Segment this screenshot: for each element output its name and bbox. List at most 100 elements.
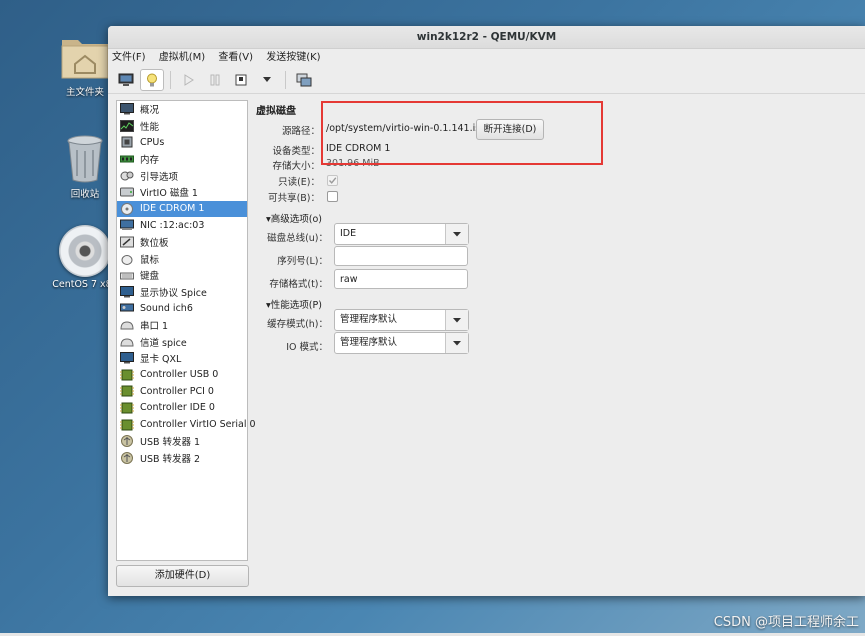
cache-mode-label: 缓存模式(h)：	[267, 319, 328, 330]
checkmark-icon	[328, 177, 337, 184]
menu-bar: 文件(F) 虚拟机(M) 查看(V) 发送按键(K)	[108, 49, 865, 67]
sidebar-item-label: VirtIO 磁盘 1	[140, 188, 198, 200]
cpu-chip-icon	[120, 136, 134, 148]
tablet-icon	[120, 236, 134, 248]
sidebar-item[interactable]: USB 转发器 1	[117, 433, 247, 450]
sidebar-item[interactable]: 引导选项	[117, 167, 247, 184]
sidebar-item[interactable]: 串口 1	[117, 317, 247, 334]
performance-options-expander[interactable]: ▾性能选项(P)	[266, 297, 322, 311]
sidebar-item[interactable]: Sound ich6	[117, 300, 247, 317]
sidebar-item-label: IDE CDROM 1	[140, 203, 205, 215]
hard-disk-icon	[120, 186, 134, 198]
sidebar-item[interactable]: USB 转发器 2	[117, 449, 247, 466]
menu-file[interactable]: 文件(F)	[112, 52, 146, 63]
toolbar-separator	[285, 71, 286, 89]
performance-options-label: 性能选项(P)	[270, 300, 322, 311]
sidebar-item[interactable]: IDE CDROM 1	[117, 200, 247, 218]
shutdown-button[interactable]	[229, 69, 253, 91]
channel-icon	[120, 336, 134, 348]
play-icon	[184, 74, 194, 86]
sidebar-item[interactable]: Controller PCI 0	[117, 383, 247, 400]
sidebar-item[interactable]: Controller USB 0	[117, 367, 247, 384]
cache-mode-value: 管理程序默认	[340, 314, 398, 325]
sidebar-item[interactable]: 显卡 QXL	[117, 350, 247, 367]
sidebar-item-label: Controller IDE 0	[140, 402, 215, 414]
mouse-icon	[120, 253, 134, 265]
sidebar-item-label: 鼠标	[140, 254, 160, 266]
sidebar-item[interactable]: NIC :12:ac:03	[117, 217, 247, 234]
sidebar-item[interactable]: 信道 spice	[117, 333, 247, 350]
sidebar-item-label: USB 转发器 2	[140, 453, 201, 465]
cdrom-icon	[120, 202, 134, 215]
sidebar-item-label: NIC :12:ac:03	[140, 219, 205, 231]
monitor-icon	[118, 73, 134, 86]
serial-input[interactable]	[334, 246, 468, 266]
sidebar-item[interactable]: Controller VirtIO Serial 0	[117, 416, 256, 433]
keyboard-icon	[120, 269, 134, 281]
sidebar-item[interactable]: CPUs	[117, 134, 247, 151]
sidebar-item[interactable]: 鼠标	[117, 250, 247, 267]
hardware-list: 概况 性能 CPUs 内存引导选项 VirtIO 磁盘 1 IDE CDROM 1 NIC …	[116, 100, 256, 561]
disk-bus-select[interactable]: IDE	[334, 223, 469, 245]
power-icon	[235, 74, 247, 86]
fullscreen-button[interactable]	[292, 69, 316, 91]
sidebar-item-label: CPUs	[140, 136, 165, 148]
boot-options-icon	[120, 170, 134, 182]
sidebar-item-label: Sound ich6	[140, 302, 193, 314]
watermark: CSDN @项目工程师余工	[713, 615, 859, 630]
sidebar-item[interactable]: 性能	[117, 118, 247, 135]
sidebar-item[interactable]: 内存	[117, 151, 247, 168]
sound-card-icon	[120, 302, 134, 314]
chevron-down-icon	[445, 333, 468, 353]
readonly-checkbox[interactable]	[327, 175, 338, 186]
network-card-icon	[120, 219, 134, 231]
cache-mode-select[interactable]: 管理程序默认	[334, 309, 469, 331]
sidebar-item[interactable]: 键盘	[117, 267, 247, 284]
add-hardware-button[interactable]: 添加硬件(D)	[116, 565, 249, 587]
pause-button[interactable]	[203, 69, 227, 91]
controller-icon	[120, 369, 134, 381]
menu-view[interactable]: 查看(V)	[218, 52, 253, 63]
sidebar-item-label: Controller VirtIO Serial 0	[140, 419, 256, 431]
sidebar-item-label: 信道 spice	[140, 337, 187, 349]
run-button[interactable]	[177, 69, 201, 91]
performance-graph-icon	[120, 119, 134, 132]
lightbulb-icon	[147, 73, 157, 86]
sidebar-item-label: 概况	[140, 105, 160, 117]
shareable-checkbox[interactable]	[327, 191, 338, 202]
sidebar-item-label: 数位板	[140, 238, 169, 250]
pause-icon	[210, 74, 220, 86]
sidebar-item[interactable]: Controller IDE 0	[117, 400, 247, 417]
sidebar-item[interactable]: 数位板	[117, 234, 247, 251]
source-path-label: 源路径：	[281, 126, 320, 137]
memory-module-icon	[120, 153, 134, 165]
menu-send-key[interactable]: 发送按键(K)	[266, 52, 320, 63]
chevron-down-icon	[263, 77, 271, 82]
controller-icon	[120, 385, 134, 397]
sidebar-item[interactable]: 显示协议 Spice	[117, 284, 247, 301]
window-title[interactable]: win2k12r2 - QEMU/KVM	[108, 26, 865, 49]
disc-icon	[59, 225, 111, 277]
readonly-label: 只读(E)：	[278, 177, 320, 188]
io-mode-label: IO 模式：	[286, 342, 328, 353]
serial-label: 序列号(L)：	[277, 256, 328, 267]
sidebar-item-label: 键盘	[140, 271, 160, 283]
usb-redirector-icon	[120, 451, 134, 464]
folder-icon	[58, 34, 112, 82]
show-console-button[interactable]	[114, 69, 138, 91]
controller-icon	[120, 419, 134, 431]
menu-vm[interactable]: 虚拟机(M)	[159, 52, 205, 63]
advanced-options-expander[interactable]: ▾高级选项(o)	[266, 211, 322, 225]
sidebar-item[interactable]: 概况	[117, 101, 247, 118]
sidebar-item-label: 显示协议 Spice	[140, 287, 207, 299]
io-mode-select[interactable]: 管理程序默认	[334, 332, 469, 354]
sidebar-item-label: Controller PCI 0	[140, 385, 214, 397]
sidebar-item[interactable]: VirtIO 磁盘 1	[117, 184, 247, 201]
sidebar-item-label: 引导选项	[140, 171, 179, 183]
show-details-button[interactable]	[140, 69, 164, 91]
shutdown-menu-button[interactable]	[255, 69, 279, 91]
sidebar-item-label: USB 转发器 1	[140, 437, 201, 449]
serial-port-icon	[120, 319, 134, 331]
storage-format-input[interactable]: raw	[334, 269, 468, 289]
trash-icon	[64, 134, 106, 184]
